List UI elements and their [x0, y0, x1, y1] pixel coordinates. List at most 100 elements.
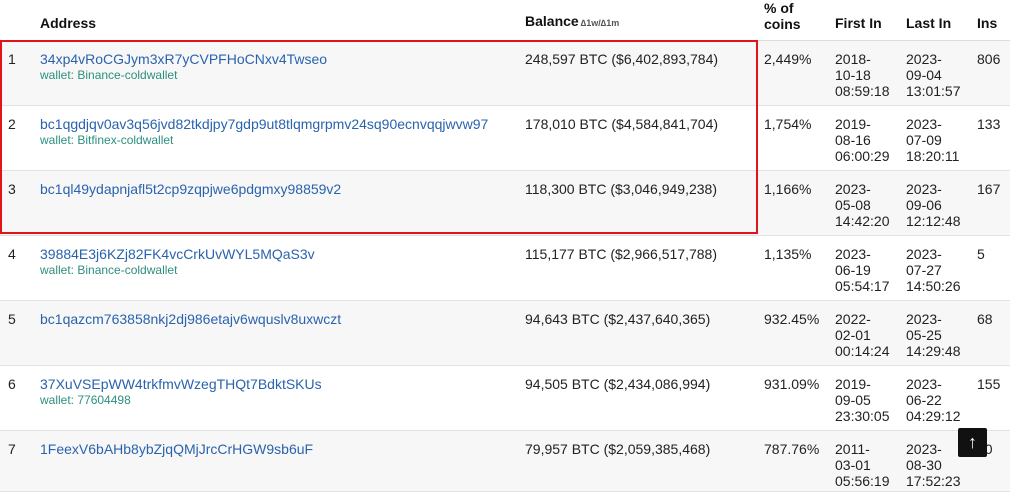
first-in-date1: 2023-	[835, 181, 871, 197]
first-in-cell: 2022- 02-01 00:14:24	[835, 311, 897, 359]
first-in-cell: 2019- 08-16 06:00:29	[835, 116, 897, 164]
header-pct-coins[interactable]: % of coins	[764, 0, 801, 32]
ins-cell: 5	[977, 246, 985, 262]
last-in-time: 14:29:48	[906, 343, 961, 359]
first-in-cell: 2019- 09-05 23:30:05	[835, 376, 897, 424]
balance-cell: 115,177 BTC ($2,966,517,788)	[525, 246, 717, 262]
wallet-label: wallet: Binance-coldwallet	[40, 68, 178, 82]
first-in-time: 06:00:29	[835, 148, 890, 164]
last-in-cell: 2023- 05-25 14:29:48	[906, 311, 968, 359]
address-cell: 34xp4vRoCGJym3xR7yCVPFHoCNxv4Twseo walle…	[40, 51, 520, 82]
rank-cell: 1	[8, 51, 16, 67]
last-in-date2: 09-04	[906, 67, 942, 83]
header-pct-line2: coins	[764, 16, 801, 32]
first-in-date2: 09-05	[835, 392, 871, 408]
address-link[interactable]: 37XuVSEpWW4trkfmvWzegTHQt7BdktSKUs	[40, 376, 520, 392]
first-in-time: 23:30:05	[835, 408, 890, 424]
last-in-time: 13:01:57	[906, 83, 961, 99]
last-in-time: 04:29:12	[906, 408, 961, 424]
wallet-label: wallet: 77604498	[40, 393, 131, 407]
first-in-date1: 2019-	[835, 376, 871, 392]
wallet-label: wallet: Bitfinex-coldwallet	[40, 133, 174, 147]
pct-coins-cell: 787.76%	[764, 441, 820, 457]
first-in-date1: 2011-	[835, 441, 870, 457]
last-in-cell: 2023- 09-06 12:12:48	[906, 181, 968, 229]
pct-coins-cell: 932.45%	[764, 311, 820, 327]
address-link[interactable]: 1FeexV6bAHb8ybZjqQMjJrcCrHGW9sb6uF	[40, 441, 520, 457]
wallet-label: wallet: Binance-coldwallet	[40, 263, 178, 277]
address-link[interactable]: 34xp4vRoCGJym3xR7yCVPFHoCNxv4Twseo	[40, 51, 520, 67]
last-in-time: 12:12:48	[906, 213, 961, 229]
first-in-time: 08:59:18	[835, 83, 890, 99]
last-in-date1: 2023-	[906, 116, 942, 132]
first-in-date2: 02-01	[835, 327, 871, 343]
header-balance[interactable]: Balance ∆1w/∆1m	[525, 13, 619, 29]
last-in-date2: 06-22	[906, 392, 942, 408]
balance-cell: 178,010 BTC ($4,584,841,704)	[525, 116, 719, 132]
address-link[interactable]: 39884E3j6KZj82FK4vcCrkUvWYL5MQaS3v	[40, 246, 520, 262]
address-link[interactable]: bc1qgdjqv0av3q56jvd82tkdjpy7gdp9ut8tlqmg…	[40, 116, 520, 132]
last-in-date1: 2023-	[906, 181, 942, 197]
table-row: 3 bc1ql49ydapnjafl5t2cp9zqpjwe6pdgmxy988…	[0, 171, 1010, 236]
last-in-date2: 08-30	[906, 457, 942, 473]
header-balance-label: Balance	[525, 13, 579, 29]
first-in-time: 00:14:24	[835, 343, 890, 359]
address-cell: 37XuVSEpWW4trkfmvWzegTHQt7BdktSKUs walle…	[40, 376, 520, 407]
pct-coins-cell: 1,754%	[764, 116, 812, 132]
last-in-date2: 09-06	[906, 197, 942, 213]
ins-cell: 806	[977, 51, 1001, 67]
header-ins[interactable]: Ins	[977, 15, 997, 31]
last-in-date2: 07-27	[906, 262, 942, 278]
rank-cell: 4	[8, 246, 16, 262]
last-in-date1: 2023-	[906, 51, 942, 67]
address-link[interactable]: bc1ql49ydapnjafl5t2cp9zqpjwe6pdgmxy98859…	[40, 181, 520, 197]
first-in-date2: 03-01	[835, 457, 871, 473]
last-in-date1: 2023-	[906, 376, 942, 392]
balance-cell: 94,505 BTC ($2,434,086,994)	[525, 376, 711, 392]
ins-cell: 68	[977, 311, 993, 327]
last-in-date1: 2023-	[906, 311, 942, 327]
table-row: 2 bc1qgdjqv0av3q56jvd82tkdjpy7gdp9ut8tlq…	[0, 106, 1010, 171]
header-last-in[interactable]: Last In	[906, 15, 951, 31]
balance-cell: 94,643 BTC ($2,437,640,365)	[525, 311, 711, 327]
header-address[interactable]: Address	[40, 15, 96, 31]
balance-cell: 79,957 BTC ($2,059,385,468)	[525, 441, 711, 457]
address-cell: 1FeexV6bAHb8ybZjqQMjJrcCrHGW9sb6uF	[40, 441, 520, 457]
ins-cell: 167	[977, 181, 1001, 197]
first-in-date1: 2022-	[835, 311, 871, 327]
last-in-time: 18:20:11	[906, 148, 960, 164]
first-in-cell: 2023- 05-08 14:42:20	[835, 181, 897, 229]
table-row: 4 39884E3j6KZj82FK4vcCrkUvWYL5MQaS3v wal…	[0, 236, 1010, 301]
first-in-date2: 05-08	[835, 197, 871, 213]
pct-coins-cell: 1,166%	[764, 181, 812, 197]
first-in-date2: 10-18	[835, 67, 871, 83]
table-row: 7 1FeexV6bAHb8ybZjqQMjJrcCrHGW9sb6uF 79,…	[0, 431, 1010, 492]
rank-cell: 3	[8, 181, 16, 197]
first-in-cell: 2011- 03-01 05:56:19	[835, 441, 897, 489]
address-cell: bc1qgdjqv0av3q56jvd82tkdjpy7gdp9ut8tlqmg…	[40, 116, 520, 147]
first-in-cell: 2023- 06-19 05:54:17	[835, 246, 897, 294]
first-in-time: 05:56:19	[835, 473, 890, 489]
last-in-date1: 2023-	[906, 246, 942, 262]
arrow-up-icon[interactable]: ↑	[958, 428, 987, 457]
rich-list-table: Address Balance ∆1w/∆1m % of coins First I…	[0, 0, 1010, 492]
first-in-date2: 08-16	[835, 132, 871, 148]
first-in-date2: 06-19	[835, 262, 871, 278]
header-first-in[interactable]: First In	[835, 15, 882, 31]
header-pct-line1: % of	[764, 0, 794, 16]
last-in-date2: 05-25	[906, 327, 942, 343]
pct-coins-cell: 1,135%	[764, 246, 812, 262]
address-cell: bc1ql49ydapnjafl5t2cp9zqpjwe6pdgmxy98859…	[40, 181, 520, 197]
table-row: 5 bc1qazcm763858nkj2dj986etajv6wquslv8ux…	[0, 301, 1010, 366]
address-link[interactable]: bc1qazcm763858nkj2dj986etajv6wquslv8uxwc…	[40, 311, 520, 327]
pct-coins-cell: 931.09%	[764, 376, 820, 392]
ins-cell: 133	[977, 116, 1001, 132]
first-in-time: 05:54:17	[835, 278, 890, 294]
ins-cell: 155	[977, 376, 1001, 392]
last-in-cell: 2023- 07-09 18:20:11	[906, 116, 968, 164]
header-balance-delta[interactable]: ∆1w/∆1m	[581, 18, 620, 28]
first-in-date1: 2019-	[835, 116, 871, 132]
address-cell: 39884E3j6KZj82FK4vcCrkUvWYL5MQaS3v walle…	[40, 246, 520, 277]
last-in-date1: 2023-	[906, 441, 942, 457]
last-in-cell: 2023- 06-22 04:29:12	[906, 376, 968, 424]
